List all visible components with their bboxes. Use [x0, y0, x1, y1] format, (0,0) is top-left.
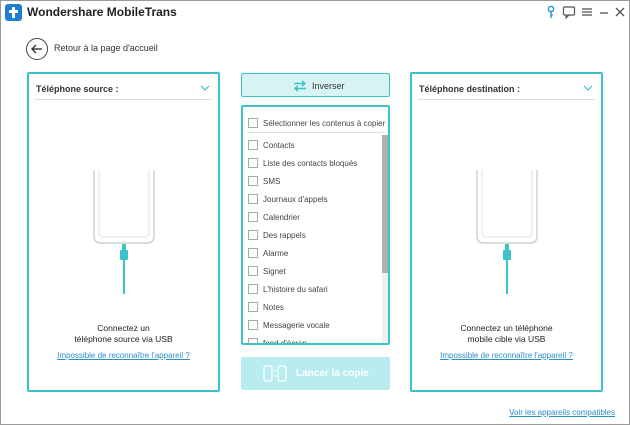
start-copy-button[interactable]: Lancer la copie: [241, 357, 390, 390]
divider: [418, 99, 595, 100]
item-label: Signet: [263, 266, 286, 276]
source-connect-text: Connectez un téléphone source via USB: [74, 323, 173, 344]
list-item[interactable]: Liste des contacts bloqués: [248, 156, 357, 170]
content-list-panel: Sélectionner les contenus à copier : Con…: [241, 105, 390, 345]
item-label: Journaux d'appels: [263, 194, 328, 204]
item-checkbox[interactable]: [248, 338, 258, 343]
item-label: SMS: [263, 176, 281, 186]
list-item[interactable]: L'histoire du safari: [248, 282, 328, 296]
minimize-icon[interactable]: [597, 5, 611, 19]
phones-transfer-icon: [263, 365, 287, 382]
list-item[interactable]: Messagerie vocale: [248, 318, 330, 332]
select-all-row[interactable]: Sélectionner les contenus à copier :: [248, 116, 390, 130]
item-label: Notes: [263, 302, 284, 312]
list-item[interactable]: Des rappels: [248, 228, 306, 242]
item-label: Calendrier: [263, 212, 300, 222]
item-checkbox[interactable]: [248, 176, 258, 186]
key-icon[interactable]: [544, 5, 558, 19]
invert-label: Inverser: [312, 81, 345, 91]
destination-phone-panel: Téléphone destination : Connectez un tél…: [410, 72, 603, 392]
back-button[interactable]: [26, 38, 48, 60]
scrollbar-thumb[interactable]: [382, 135, 388, 273]
item-checkbox[interactable]: [248, 194, 258, 204]
feedback-icon[interactable]: [562, 5, 576, 19]
list-item[interactable]: fond d'écran: [248, 336, 307, 345]
list-item[interactable]: Contacts: [248, 138, 295, 152]
item-label: Alarme: [263, 248, 289, 258]
select-all-label: Sélectionner les contenus à copier :: [263, 118, 390, 128]
list-item[interactable]: Signet: [248, 264, 286, 278]
item-checkbox[interactable]: [248, 230, 258, 240]
title-bar: Wondershare MobileTrans: [1, 1, 629, 25]
item-label: Contacts: [263, 140, 295, 150]
select-all-checkbox[interactable]: [248, 118, 258, 128]
close-icon[interactable]: [613, 5, 627, 19]
divider: [35, 99, 212, 100]
item-checkbox[interactable]: [248, 248, 258, 258]
item-checkbox[interactable]: [248, 320, 258, 330]
item-checkbox[interactable]: [248, 266, 258, 276]
list-item[interactable]: Calendrier: [248, 210, 300, 224]
item-label: Des rappels: [263, 230, 306, 240]
chevron-down-icon[interactable]: [583, 84, 593, 92]
usb-cable-icon: [120, 244, 128, 294]
item-checkbox[interactable]: [248, 284, 258, 294]
item-label: fond d'écran: [263, 338, 307, 345]
item-checkbox[interactable]: [248, 158, 258, 168]
list-item[interactable]: Notes: [248, 300, 284, 314]
item-label: Liste des contacts bloqués: [263, 158, 358, 168]
item-checkbox[interactable]: [248, 302, 258, 312]
list-item[interactable]: Journaux d'appels: [248, 192, 328, 206]
destination-unrecognized-link[interactable]: Impossible de reconnaître l'appareil ?: [412, 351, 601, 360]
item-checkbox[interactable]: [248, 212, 258, 222]
list-item[interactable]: Alarme: [248, 246, 288, 260]
swap-arrows-icon: [293, 80, 307, 92]
chevron-down-icon[interactable]: [200, 84, 210, 92]
app-title: Wondershare MobileTrans: [27, 5, 177, 19]
item-checkbox[interactable]: [248, 140, 258, 150]
list-item[interactable]: SMS: [248, 174, 280, 188]
phone-outline-icon: [93, 170, 155, 244]
usb-cable-icon: [503, 244, 511, 294]
item-label: L'histoire du safari: [263, 284, 328, 294]
source-panel-title: Téléphone source :: [36, 84, 119, 94]
divider: [247, 132, 384, 133]
destination-connect-text: Connectez un téléphone mobile cible via …: [460, 323, 553, 344]
app-logo-icon: [5, 4, 22, 21]
compatible-devices-link[interactable]: Voir les appareils compatibles: [509, 408, 615, 417]
start-copy-label: Lancer la copie: [296, 368, 369, 379]
menu-icon[interactable]: [580, 5, 594, 19]
invert-button[interactable]: Inverser: [241, 73, 390, 97]
destination-panel-title: Téléphone destination :: [419, 84, 521, 94]
phone-outline-icon: [476, 170, 538, 244]
source-unrecognized-link[interactable]: Impossible de reconnaître l'appareil ?: [29, 351, 218, 360]
item-label: Messagerie vocale: [263, 320, 330, 330]
back-label[interactable]: Retour à la page d'accueil: [54, 43, 158, 53]
app-window: Wondershare MobileTrans Retour à la page…: [0, 0, 630, 425]
arrow-left-icon: [31, 44, 42, 54]
source-phone-panel: Téléphone source : Connectez un téléphon…: [27, 72, 220, 392]
